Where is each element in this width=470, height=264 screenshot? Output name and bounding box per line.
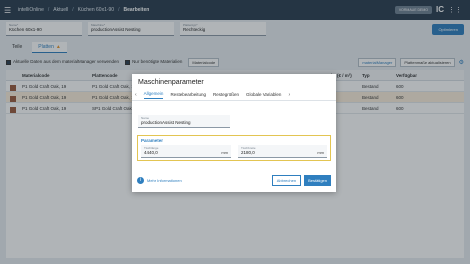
parameter-title: Parameter (141, 138, 164, 143)
chevron-right-icon[interactable]: › (288, 92, 290, 98)
more-info-link[interactable]: Mehr Informationen (147, 178, 182, 183)
dialog-title: Maschinenparameter (138, 79, 204, 86)
dialog-footer: i Mehr Informationen Abbrechen Bestätige… (137, 174, 331, 186)
chevron-left-icon[interactable]: ‹ (135, 92, 137, 98)
parameter-section: Parameter Tischlänge 4440,0 mm Tischbrei… (137, 135, 331, 161)
unit-label: mm (317, 150, 324, 155)
machine-parameters-dialog: Maschinenparameter ‹ Allgemein Restebear… (132, 74, 336, 192)
dialog-tab-restebearbeitung[interactable]: Restebearbeitung (170, 92, 206, 97)
tischbreite-input[interactable]: Tischbreite 2180,0 mm (238, 145, 327, 158)
dialog-tab-allgemein[interactable]: Allgemein (143, 91, 164, 99)
dialog-name-field[interactable]: Name productionAssist Nesting (138, 115, 230, 128)
dialog-name-value: productionAssist Nesting (141, 120, 191, 125)
info-icon[interactable]: i (137, 176, 144, 184)
tischlaenge-input[interactable]: Tischlänge 4440,0 mm (141, 145, 231, 158)
confirm-button[interactable]: Bestätigen (304, 174, 331, 186)
cancel-button[interactable]: Abbrechen (271, 174, 302, 186)
unit-label: mm (221, 150, 228, 155)
dialog-tab-globale-variablen[interactable]: Globale Variablen (246, 92, 281, 97)
tischbreite-value: 2180,0 (241, 150, 255, 155)
dialog-tab-restegroessen[interactable]: Restegrößen (213, 92, 239, 97)
tischlaenge-value: 4440,0 (144, 150, 158, 155)
dialog-tabs: ‹ Allgemein Restebearbeitung Restegrößen… (132, 89, 336, 101)
